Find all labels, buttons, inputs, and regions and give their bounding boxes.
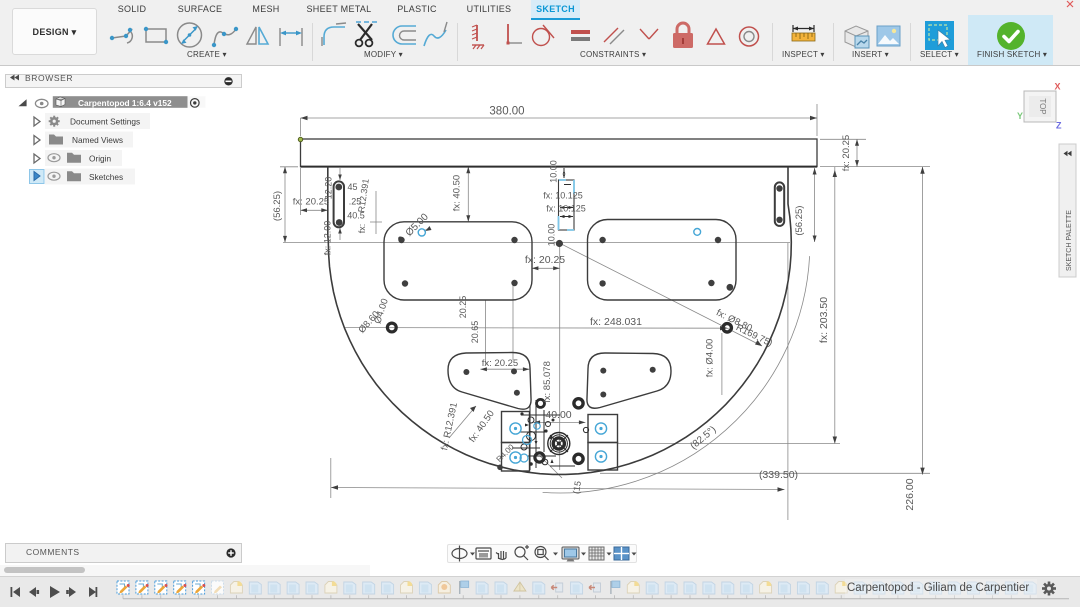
svg-text:45: 45 (347, 182, 357, 192)
svg-text:Ø5.00: Ø5.00 (404, 211, 431, 238)
svg-text:fx: 20.25: fx: 20.25 (525, 254, 565, 266)
svg-text:SKETCH PALETTE: SKETCH PALETTE (1066, 210, 1073, 271)
svg-text:Ø4.00: Ø4.00 (372, 297, 390, 325)
svg-text:fx: 20.25: fx: 20.25 (482, 358, 518, 369)
svg-text:X: X (1055, 82, 1061, 92)
svg-text:(15: (15 (571, 480, 583, 495)
svg-text:TOP: TOP (1038, 98, 1047, 114)
svg-text:fx: 203.50: fx: 203.50 (818, 297, 830, 343)
svg-text:fx: 85.078: fx: 85.078 (542, 361, 553, 403)
svg-text:20.65: 20.65 (470, 321, 480, 344)
svg-text:10.00: 10.00 (547, 224, 557, 247)
svg-text:fx: R12.391: fx: R12.391 (439, 402, 460, 452)
svg-text:fx: 10.125: fx: 10.125 (546, 204, 586, 214)
svg-text:fx: 248.031: fx: 248.031 (590, 316, 642, 328)
svg-text:R12.391: R12.391 (356, 178, 371, 213)
svg-text:(56.25): (56.25) (794, 206, 805, 236)
svg-text:Y: Y (1017, 111, 1023, 121)
svg-text:R169.75): R169.75) (734, 322, 774, 349)
svg-text:fx: Ø4.00: fx: Ø4.00 (705, 339, 716, 378)
svg-text:226.00: 226.00 (904, 478, 916, 510)
svg-text:fx: 12.00: fx: 12.00 (323, 221, 333, 256)
svg-text:12.20: 12.20 (324, 177, 334, 200)
svg-text:fx:: fx: (357, 224, 367, 234)
svg-text:10.00: 10.00 (549, 160, 559, 183)
svg-text:20.25: 20.25 (458, 296, 468, 319)
svg-text:fx: 20.25: fx: 20.25 (841, 135, 852, 171)
svg-text:(339.50): (339.50) (759, 469, 798, 481)
svg-text:380.00: 380.00 (489, 106, 524, 118)
svg-text:fx: 40.50: fx: 40.50 (452, 175, 463, 211)
svg-text:fx: 40.50: fx: 40.50 (467, 408, 497, 444)
svg-text:40.00: 40.00 (545, 409, 571, 421)
svg-text:(56.25): (56.25) (272, 191, 283, 221)
svg-text:Z: Z (1056, 121, 1062, 131)
svg-text:fx: 10.125: fx: 10.125 (543, 191, 583, 201)
